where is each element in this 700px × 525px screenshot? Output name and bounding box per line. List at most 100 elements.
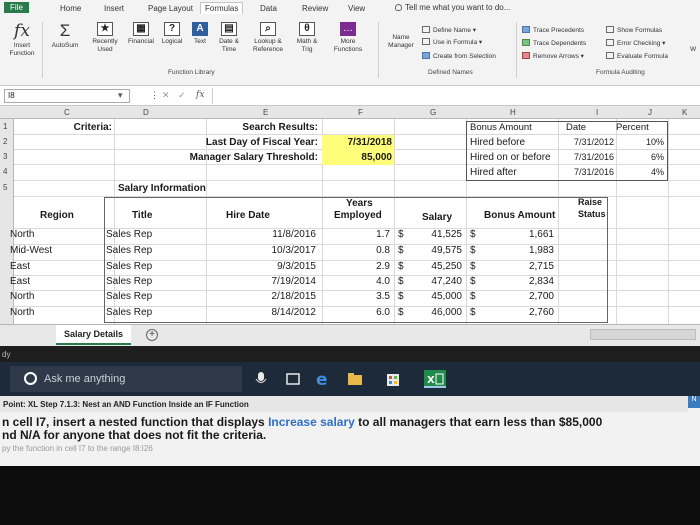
tab-file[interactable]: File [4, 2, 29, 13]
title-cell[interactable]: Sales Rep [106, 307, 198, 318]
bonus-row-pct[interactable]: 4% [620, 167, 664, 177]
years-cell[interactable]: 2.9 [326, 261, 390, 272]
hire-date-cell[interactable]: 2/18/2015 [212, 291, 317, 302]
tab-data[interactable]: Data [260, 4, 277, 13]
trace-precedents-button[interactable]: Trace Precedents [522, 26, 584, 34]
search-results-label[interactable]: Search Results: [210, 122, 318, 133]
row-header[interactable]: 2 [3, 137, 7, 146]
threshold-label[interactable]: Manager Salary Threshold: [160, 152, 318, 163]
bonus-cell[interactable]: 2,715 [482, 261, 554, 272]
panel-side-button[interactable]: N [688, 396, 700, 408]
logical-button[interactable]: ? Logical [158, 22, 186, 46]
col-header-e[interactable]: E [263, 108, 268, 117]
row-header[interactable]: 4 [3, 167, 7, 176]
years-cell[interactable]: 0.8 [326, 245, 390, 256]
cortana-search-box[interactable]: Ask me anything [10, 366, 242, 392]
bonus-cell[interactable]: 1,983 [482, 245, 554, 256]
horizontal-scrollbar[interactable] [590, 329, 696, 340]
autosum-button[interactable]: Σ AutoSum [48, 22, 82, 50]
add-sheet-icon[interactable]: + [146, 329, 158, 341]
name-box-dropdown-icon[interactable]: ▾ [118, 90, 123, 101]
title-cell[interactable]: Sales Rep [106, 276, 198, 287]
bonus-row-date[interactable]: 7/31/2016 [560, 152, 614, 162]
create-from-selection-button[interactable]: Create from Selection [422, 52, 496, 60]
enter-check-icon[interactable]: ✓ [178, 90, 186, 101]
date-time-button[interactable]: ▤ Date & Time [214, 22, 244, 54]
threshold-value[interactable]: 85,000 [324, 152, 392, 163]
watch-window-button[interactable]: W [690, 46, 696, 53]
years-cell[interactable]: 4.0 [326, 276, 390, 287]
hire-date-cell[interactable]: 7/19/2014 [212, 276, 317, 287]
salary-cell[interactable]: 46,000 [414, 307, 462, 318]
years-cell[interactable]: 3.5 [326, 291, 390, 302]
years-cell[interactable]: 1.7 [326, 229, 390, 240]
title-header[interactable]: Title [132, 210, 152, 221]
tab-home[interactable]: Home [60, 4, 81, 13]
use-in-formula-button[interactable]: Use in Formula ▾ [422, 38, 482, 46]
title-cell[interactable]: Sales Rep [106, 229, 198, 240]
lookup-reference-button[interactable]: ⌕ Lookup & Reference [248, 22, 288, 54]
last-day-label[interactable]: Last Day of Fiscal Year: [170, 137, 318, 148]
recently-used-button[interactable]: ★ Recently Used [86, 22, 124, 54]
hire-date-cell[interactable]: 8/14/2012 [212, 307, 317, 318]
tab-insert[interactable]: Insert [104, 4, 124, 13]
name-manager-button[interactable]: Name Manager [384, 34, 418, 50]
sheet-tab-salary-details[interactable]: Salary Details [56, 325, 132, 345]
region-header[interactable]: Region [40, 210, 74, 221]
raise-header-1[interactable]: Raise [578, 197, 602, 207]
trace-dependents-button[interactable]: Trace Dependents [522, 39, 586, 47]
col-header-i[interactable]: I [596, 108, 598, 117]
hire-date-cell[interactable]: 9/3/2015 [212, 261, 316, 272]
text-button[interactable]: A Text [188, 22, 212, 46]
region-cell[interactable]: Mid-West [10, 245, 100, 256]
bonus-header[interactable]: Bonus Amount [484, 210, 555, 221]
title-cell[interactable]: Sales Rep [106, 291, 198, 302]
years-header-1[interactable]: Years [346, 198, 373, 209]
salary-cell[interactable]: 45,000 [414, 291, 462, 302]
file-explorer-icon[interactable] [346, 370, 364, 388]
row-header[interactable]: 1 [3, 122, 7, 131]
more-functions-button[interactable]: … More Functions [330, 22, 366, 54]
title-cell[interactable]: Sales Rep [106, 261, 198, 272]
bonus-cell[interactable]: 2,834 [482, 276, 554, 287]
tab-review[interactable]: Review [302, 4, 328, 13]
last-day-value[interactable]: 7/31/2018 [324, 137, 393, 148]
col-header-k[interactable]: K [682, 108, 687, 117]
tab-view[interactable]: View [348, 4, 365, 13]
salary-information-title[interactable]: Salary Information [118, 183, 206, 194]
bonus-amount-header[interactable]: Bonus Amount [470, 122, 532, 133]
error-checking-button[interactable]: Error Checking ▾ [606, 39, 665, 47]
hire-date-cell[interactable]: 11/8/2016 [212, 229, 316, 240]
col-header-h[interactable]: H [510, 108, 516, 117]
region-cell[interactable]: North [10, 307, 100, 318]
col-header-j[interactable]: J [648, 108, 652, 117]
insert-function-button[interactable]: fx Insert Function [6, 22, 38, 58]
col-header-f[interactable]: F [358, 108, 363, 117]
financial-button[interactable]: ▦ Financial [126, 22, 156, 46]
remove-arrows-button[interactable]: Remove Arrows ▾ [522, 52, 584, 60]
microphone-icon[interactable] [252, 370, 270, 388]
col-header-g[interactable]: G [430, 108, 436, 117]
name-box[interactable]: I8 [4, 89, 130, 103]
years-header-2[interactable]: Employed [334, 210, 382, 221]
bonus-row-pct[interactable]: 10% [620, 137, 664, 147]
hire-date-cell[interactable]: 10/3/2017 [212, 245, 317, 256]
region-cell[interactable]: East [10, 276, 100, 287]
raise-header-2[interactable]: Status [578, 209, 606, 219]
bonus-row-label[interactable]: Hired before [470, 137, 525, 148]
bonus-row-date[interactable]: 7/31/2016 [560, 167, 614, 177]
bonus-cell[interactable]: 2,700 [482, 291, 554, 302]
date-header[interactable]: Date [566, 122, 586, 133]
region-cell[interactable]: North [10, 291, 100, 302]
row-header[interactable]: 5 [3, 183, 7, 192]
tab-page-layout[interactable]: Page Layout [148, 4, 193, 13]
salary-cell[interactable]: 41,525 [414, 229, 462, 240]
salary-header[interactable]: Salary [422, 212, 452, 223]
evaluate-formula-button[interactable]: Evaluate Formula [606, 52, 668, 60]
math-trig-button[interactable]: θ Math & Trig [292, 22, 322, 54]
bonus-cell[interactable]: 2,760 [482, 307, 554, 318]
fx-icon[interactable]: fx [196, 90, 204, 100]
formula-input[interactable] [212, 88, 696, 104]
hire-date-header[interactable]: Hire Date [226, 210, 270, 221]
bonus-row-date[interactable]: 7/31/2012 [560, 137, 614, 147]
